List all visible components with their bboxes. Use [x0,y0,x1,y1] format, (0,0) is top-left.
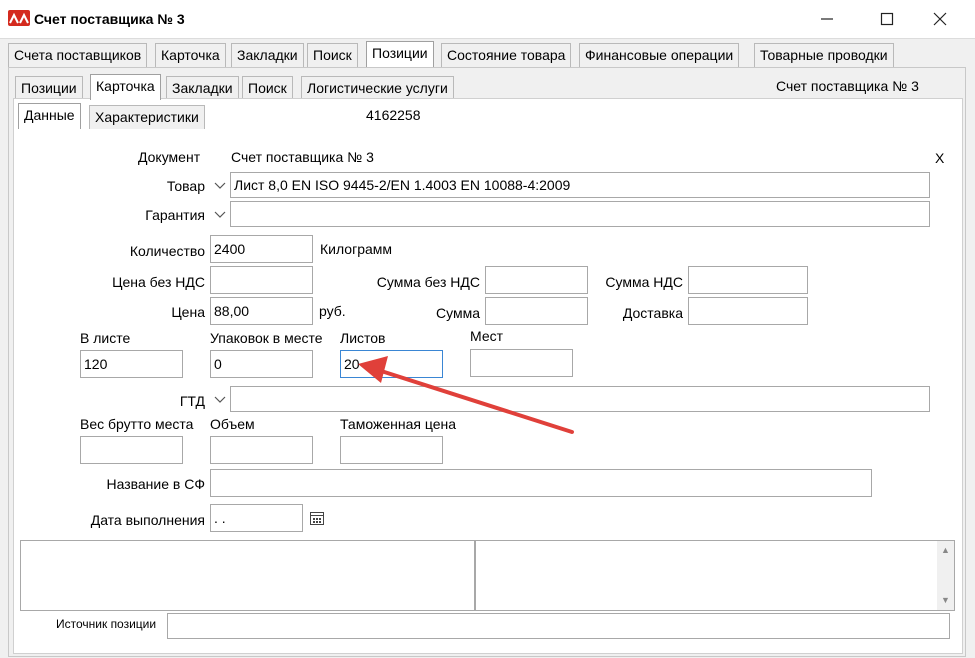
gtd-input[interactable] [230,386,930,412]
chevron-down-icon[interactable] [212,204,228,226]
tab-supplier-invoices[interactable]: Счета поставщиков [8,43,148,67]
goods-input[interactable]: Лист 8,0 EN ISO 9445-2/EN 1.4003 EN 1008… [230,172,930,198]
tab-data[interactable]: Данные [18,103,81,129]
position-id: 4162258 [366,107,421,123]
in-sheet-input[interactable]: 120 [80,350,183,378]
gtd-label: ГТД [179,393,205,409]
vat-sum-label: Сумма НДС [605,274,683,290]
sheets-label: Листов [340,330,386,346]
sum-input[interactable] [485,297,588,325]
volume-input[interactable] [210,436,313,464]
tab-goods-state[interactable]: Состояние товара [441,43,572,67]
tab-search-sub[interactable]: Поиск [242,76,293,100]
scroll-up-icon[interactable]: ▲ [941,545,950,555]
guarantee-input[interactable] [230,201,930,227]
window-title: Счет поставщика № 3 [34,11,185,27]
minimize-icon[interactable] [804,4,850,34]
places-input[interactable] [470,349,573,377]
guarantee-label: Гарантия [145,207,205,223]
close-icon[interactable] [917,4,963,34]
quantity-input[interactable]: 2400 [210,235,313,263]
notes-left-area[interactable] [20,540,475,611]
tab-positions-sub[interactable]: Позиции [15,76,83,100]
vat-sum-input[interactable] [688,266,808,294]
tab-card[interactable]: Карточка [155,43,226,67]
tab-goods-postings[interactable]: Товарные проводки [754,43,894,67]
calendar-icon[interactable] [309,510,325,529]
maximize-icon[interactable] [864,4,910,34]
notes-right-area[interactable]: ▲ ▼ [475,540,955,611]
tab-bookmarks[interactable]: Закладки [231,43,304,67]
tab-search[interactable]: Поиск [307,43,358,67]
chevron-down-icon[interactable] [212,389,228,411]
places-label: Мест [470,328,504,344]
volume-label: Объем [210,416,255,432]
sum-novat-input[interactable] [485,266,588,294]
goods-label: Товар [166,178,205,194]
price-input[interactable]: 88,00 [210,297,313,325]
tab-positions[interactable]: Позиции [366,41,434,67]
close-form-button[interactable]: X [935,150,944,166]
quantity-label: Количество [129,243,205,259]
packs-label: Упаковок в месте [210,330,323,346]
customs-price-label: Таможенная цена [340,416,456,432]
document-caption: Счет поставщика № 3 [776,78,919,94]
document-value: Счет поставщика № 3 [231,149,374,165]
tab-card-sub[interactable]: Карточка [90,74,161,100]
title-bar: Счет поставщика № 3 [0,0,975,38]
document-label: Документ [138,149,201,165]
tab-logistics-services[interactable]: Логистические услуги [301,76,454,100]
invoice-name-input[interactable] [210,469,872,497]
sum-novat-label: Сумма без НДС [376,274,480,290]
completion-date-label: Дата выполнения [90,512,205,528]
sheets-input[interactable]: 20 [340,350,443,378]
gross-weight-label: Вес брутто места [80,416,194,432]
in-sheet-label: В листе [80,330,131,346]
customs-price-input[interactable] [340,436,443,464]
delivery-label: Доставка [622,305,683,321]
price-unit: руб. [319,303,346,319]
tab-financial-operations[interactable]: Финансовые операции [579,43,740,67]
invoice-name-label: Название в СФ [106,476,205,492]
scrollbar[interactable]: ▲ ▼ [937,541,954,610]
app-logo-icon [8,10,30,26]
price-novat-label: Цена без НДС [112,274,205,290]
source-label: Источник позиции [56,617,157,631]
price-novat-input[interactable] [210,266,313,294]
tab-bookmarks-sub[interactable]: Закладки [166,76,239,100]
chevron-down-icon[interactable] [212,175,228,197]
delivery-input[interactable] [688,297,808,325]
price-label: Цена [171,304,205,320]
source-input[interactable] [167,613,950,639]
sum-label: Сумма [436,305,480,321]
quantity-unit: Килограмм [320,241,393,257]
completion-date-input[interactable]: . . [210,504,303,532]
tab-characteristics[interactable]: Характеристики [89,105,205,129]
gross-weight-input[interactable] [80,436,183,464]
packs-input[interactable]: 0 [210,350,313,378]
scroll-down-icon[interactable]: ▼ [941,595,950,605]
